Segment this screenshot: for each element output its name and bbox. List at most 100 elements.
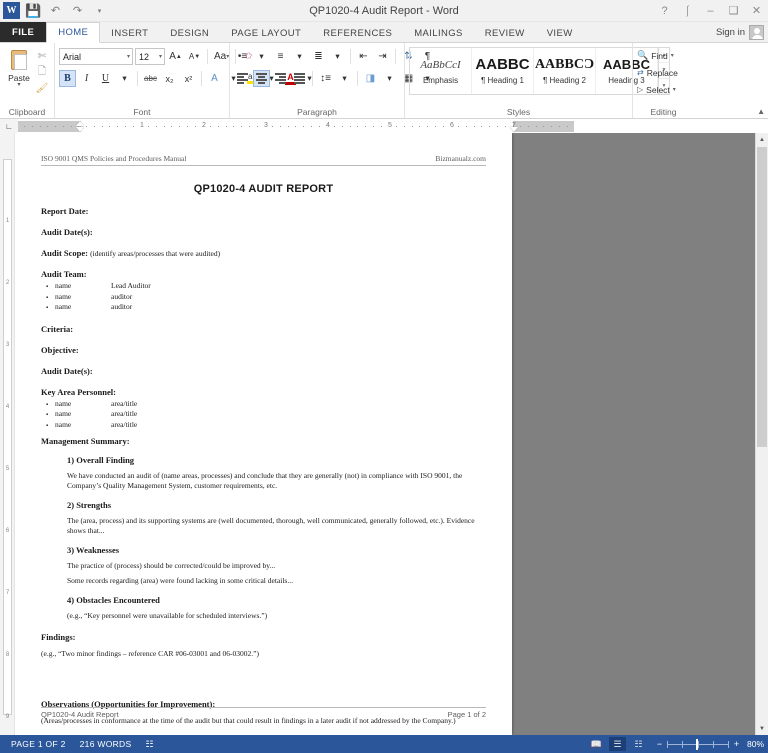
tab-references[interactable]: REFERENCES [312, 23, 403, 43]
tab-home[interactable]: HOME [46, 22, 101, 43]
style-heading-2[interactable]: AABBCƆ ¶ Heading 2 [534, 48, 596, 94]
word-count[interactable]: 216 WORDS [73, 739, 139, 749]
grow-font-button[interactable]: A ▲ [167, 48, 184, 65]
align-right-icon[interactable] [272, 70, 289, 87]
tab-stop-selector-icon[interactable]: ∟ [0, 119, 18, 133]
font-name-combo[interactable]: Arial ▾ [59, 48, 133, 65]
web-layout-icon[interactable]: ☷ [630, 737, 647, 751]
multilevel-list-icon[interactable]: ≣ [310, 48, 327, 65]
tab-view[interactable]: VIEW [536, 23, 584, 43]
ruler-track[interactable]: 1234567 [18, 120, 768, 132]
vertical-ruler[interactable]: 1 2 3 4 5 6 7 8 9 [0, 133, 15, 735]
tab-insert[interactable]: INSERT [100, 23, 159, 43]
chevron-down-icon[interactable]: ▾ [671, 52, 674, 59]
bullets-icon[interactable]: •≡ [234, 48, 251, 65]
ribbon-display-options-icon[interactable]: ⎰ [676, 1, 699, 21]
chevron-down-icon[interactable]: ▾ [17, 82, 20, 88]
undo-icon[interactable]: ↶ [47, 2, 64, 19]
tab-page-layout[interactable]: PAGE LAYOUT [220, 23, 312, 43]
style-emphasis[interactable]: AaBbCcI Emphasis [410, 48, 472, 94]
field-audit-scope: Audit Scope: (identify areas/processes t… [41, 248, 486, 258]
tab-review[interactable]: REVIEW [474, 23, 536, 43]
member-role: area/title [111, 409, 138, 418]
align-center-icon[interactable] [253, 70, 270, 87]
read-mode-icon[interactable]: 📖 [588, 737, 605, 751]
customize-qat-icon[interactable]: ▾ [91, 2, 108, 19]
decrease-indent-icon[interactable]: ⇤ [355, 48, 372, 65]
restore-icon[interactable]: ❑ [722, 1, 745, 21]
strikethrough-button[interactable]: abc [142, 70, 159, 87]
sign-in-label[interactable]: Sign in [716, 27, 745, 38]
section-paragraph: Some records regarding (area) were found… [67, 576, 293, 585]
hanging-indent-marker[interactable] [76, 126, 84, 132]
document-canvas[interactable]: ISO 9001 QMS Policies and Procedures Man… [15, 133, 755, 735]
horizontal-ruler[interactable]: ∟ 1234567 [0, 119, 768, 133]
select-button[interactable]: ▷ Select ▾ [637, 82, 676, 97]
zoom-out-button[interactable]: − [655, 739, 664, 749]
find-button[interactable]: 🔍 Find ▾ [637, 48, 674, 63]
align-left-icon[interactable] [234, 70, 251, 87]
member-role: area/title [111, 398, 138, 408]
vertical-scrollbar[interactable]: ▲ ▼ [755, 133, 768, 735]
chevron-down-icon[interactable]: ▾ [336, 70, 353, 87]
first-line-indent-marker[interactable] [76, 120, 84, 126]
paste-button[interactable]: Paste ▾ [4, 47, 34, 88]
tab-design[interactable]: DESIGN [159, 23, 220, 43]
chevron-down-icon[interactable]: ▾ [381, 70, 398, 87]
copy-icon[interactable]: 🗋 [34, 65, 50, 80]
format-painter-icon[interactable]: 🖌 [34, 81, 50, 96]
zoom-in-button[interactable]: + [732, 739, 741, 749]
minimize-icon[interactable]: – [699, 1, 722, 21]
subscript-button[interactable]: x₂ [161, 70, 178, 87]
cut-icon[interactable]: ✄ [34, 49, 50, 64]
replace-button[interactable]: ⇄ Replace [637, 65, 678, 80]
chevron-down-icon[interactable]: ▾ [127, 53, 130, 60]
justify-icon[interactable] [291, 70, 308, 87]
font-size-combo[interactable]: 12 ▾ [135, 48, 165, 65]
chevron-down-icon[interactable]: ▾ [673, 86, 676, 93]
ribbon-tab-strip[interactable]: FILE HOME INSERT DESIGN PAGE LAYOUT REFE… [0, 22, 768, 43]
tab-file[interactable]: FILE [0, 22, 47, 43]
window-controls[interactable]: ? ⎰ – ❑ ✕ [653, 0, 768, 21]
zoom-level[interactable]: 80% [747, 739, 764, 749]
page-indicator[interactable]: PAGE 1 OF 2 [4, 739, 73, 749]
print-layout-icon[interactable]: ☰ [608, 737, 626, 751]
proofing-errors-icon[interactable]: ☷ [138, 739, 160, 750]
shrink-font-button[interactable]: A ▼ [186, 48, 203, 65]
collapse-ribbon-icon[interactable]: ▲ [757, 107, 765, 116]
shading-icon[interactable]: ◨ [362, 70, 379, 87]
zoom-thumb[interactable] [695, 738, 698, 750]
scroll-up-icon[interactable]: ▲ [756, 133, 768, 146]
styles-gallery[interactable]: AaBbCcI Emphasis AABBC ¶ Heading 1 AABBC… [409, 47, 670, 95]
text-effects-button[interactable]: A [206, 70, 223, 87]
close-icon[interactable]: ✕ [745, 1, 768, 21]
quick-access-toolbar[interactable]: W 💾 ↶ ↷ ▾ [0, 0, 108, 21]
underline-button[interactable]: U [97, 70, 114, 87]
right-indent-marker[interactable] [510, 126, 518, 132]
scrollbar-thumb[interactable] [757, 147, 767, 447]
zoom-track[interactable] [666, 738, 729, 750]
sign-in-area[interactable]: Sign in [716, 25, 768, 43]
superscript-button[interactable]: x² [180, 70, 197, 87]
ruler-tick [47, 125, 49, 127]
zoom-slider[interactable]: − + 80% [655, 738, 764, 750]
document-page[interactable]: ISO 9001 QMS Policies and Procedures Man… [15, 133, 512, 735]
style-heading-1[interactable]: AABBC ¶ Heading 1 [472, 48, 534, 94]
chevron-down-icon[interactable]: ▾ [329, 48, 346, 65]
avatar[interactable] [749, 25, 764, 40]
chevron-down-icon[interactable]: ▾ [159, 53, 162, 60]
italic-button[interactable]: I [78, 70, 95, 87]
save-icon[interactable]: 💾 [25, 2, 42, 19]
chevron-down-icon[interactable]: ▾ [291, 48, 308, 65]
underline-dropdown-icon[interactable]: ▾ [116, 70, 133, 87]
tab-mailings[interactable]: MAILINGS [403, 23, 474, 43]
bold-button[interactable]: B [59, 70, 76, 87]
scroll-down-icon[interactable]: ▼ [756, 722, 768, 735]
member-name: name [55, 409, 72, 418]
increase-indent-icon[interactable]: ⇥ [374, 48, 391, 65]
numbering-icon[interactable]: ≡ [272, 48, 289, 65]
redo-icon[interactable]: ↷ [69, 2, 86, 19]
chevron-down-icon[interactable]: ▾ [253, 48, 270, 65]
help-icon[interactable]: ? [653, 1, 676, 21]
line-spacing-icon[interactable]: ↕≡ [317, 70, 334, 87]
